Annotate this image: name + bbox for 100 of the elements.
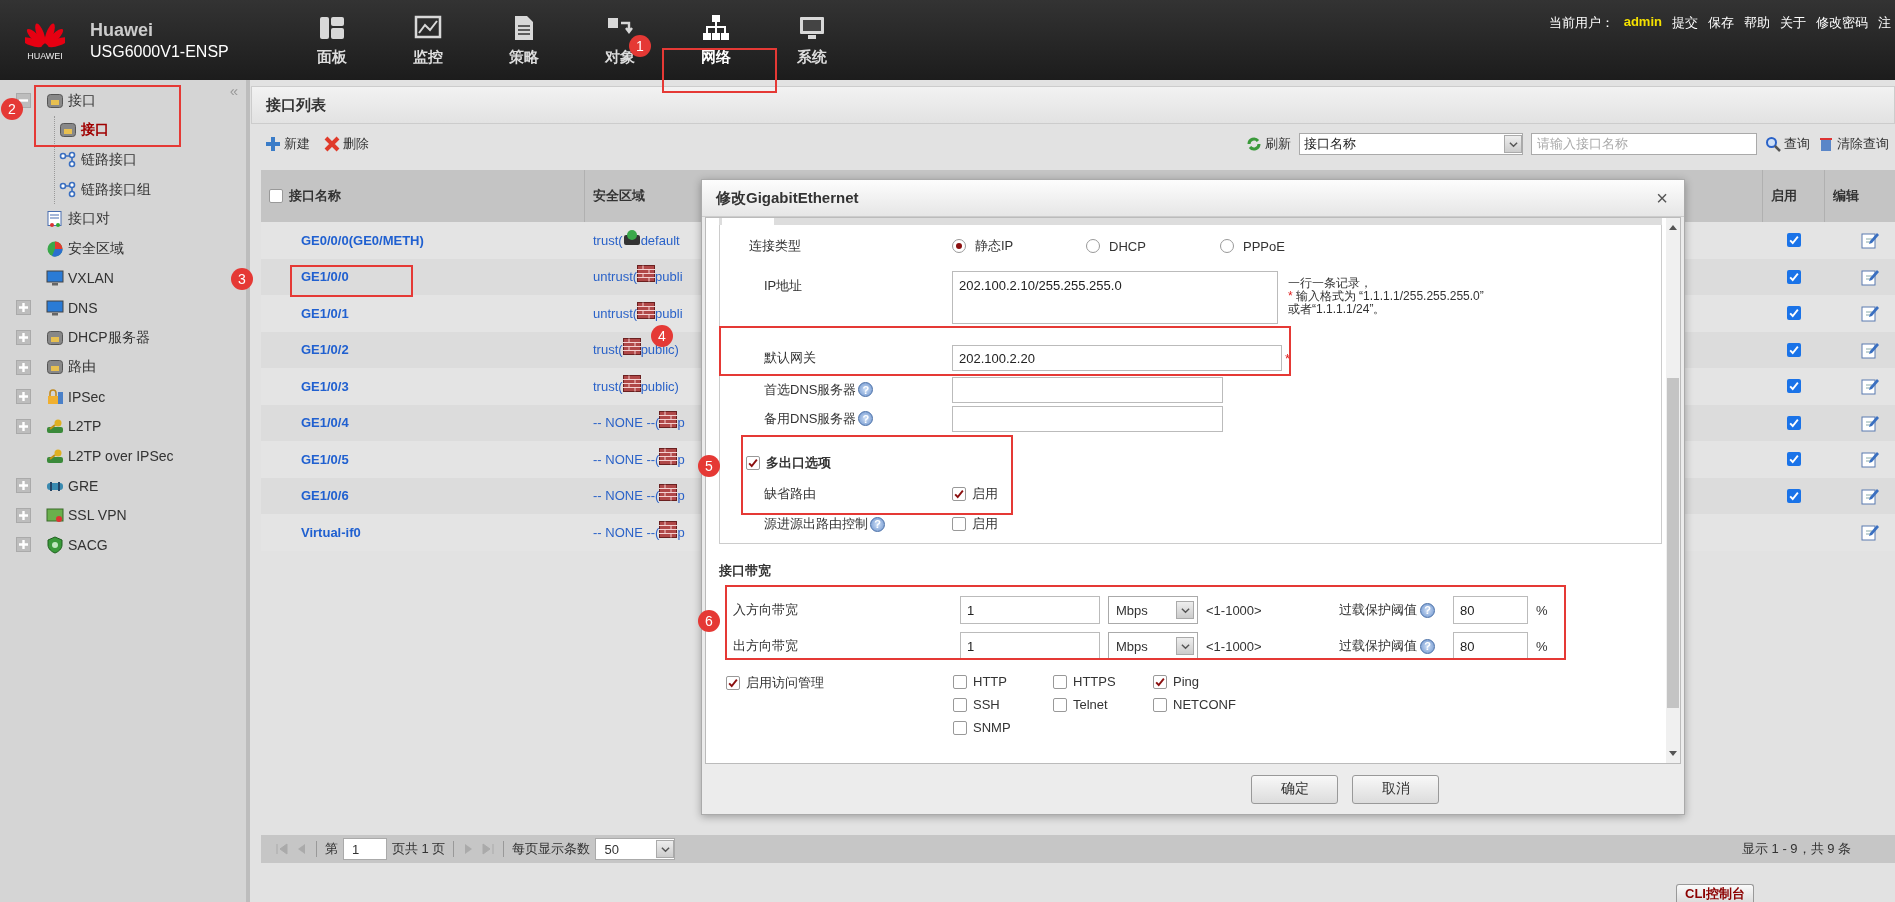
- select-all-checkbox[interactable]: [269, 189, 283, 203]
- zone-link[interactable]: -- NONE --( p: [585, 484, 685, 508]
- interface-link[interactable]: GE0/0/0(GE0/METH): [261, 232, 424, 248]
- edit-icon[interactable]: [1861, 413, 1879, 432]
- radio[interactable]: [952, 239, 966, 253]
- tree-item[interactable]: 接口: [46, 91, 96, 110]
- column-header[interactable]: 启用: [1771, 187, 1797, 205]
- checkbox[interactable]: [746, 456, 760, 470]
- zone-link[interactable]: -- NONE --( p: [585, 520, 685, 544]
- expand-icon[interactable]: [16, 478, 31, 493]
- edit-icon[interactable]: [1861, 377, 1879, 396]
- expand-icon[interactable]: [16, 330, 31, 346]
- edit-icon[interactable]: [1861, 231, 1879, 250]
- tree-item[interactable]: 链路接口组: [59, 180, 151, 199]
- column-header[interactable]: 接口名称: [289, 187, 341, 205]
- interface-link[interactable]: GE1/0/3: [261, 378, 349, 394]
- threshold-field[interactable]: 80: [1453, 596, 1528, 624]
- zone-link[interactable]: -- NONE --( p: [585, 411, 685, 435]
- dns-field[interactable]: [952, 405, 1223, 432]
- edit-icon[interactable]: [1861, 267, 1879, 286]
- interface-link[interactable]: GE1/0/1: [261, 305, 349, 321]
- filter-select[interactable]: 接口名称: [1299, 133, 1523, 155]
- tree-item[interactable]: L2TP over IPSec: [46, 446, 174, 465]
- interface-link[interactable]: GE1/0/2: [261, 342, 349, 358]
- radio-option[interactable]: PPPoE: [1220, 237, 1354, 255]
- expand-icon[interactable]: [16, 537, 31, 553]
- zone-link[interactable]: trust( public): [585, 374, 679, 398]
- dialog-button[interactable]: 确定: [1251, 774, 1338, 804]
- enable-checkbox[interactable]: [1787, 379, 1801, 394]
- threshold-field[interactable]: 80: [1453, 632, 1528, 660]
- bandwidth-field[interactable]: 1: [960, 596, 1100, 624]
- column-header[interactable]: 编辑: [1833, 187, 1859, 205]
- expand-icon[interactable]: [16, 300, 31, 316]
- radio[interactable]: [1086, 239, 1100, 253]
- tree-item[interactable]: IPSec: [46, 387, 106, 406]
- radio-option[interactable]: 静态IP: [952, 237, 1086, 255]
- header-link[interactable]: 注: [1878, 14, 1891, 80]
- header-link[interactable]: 关于: [1780, 14, 1806, 80]
- enable-checkbox[interactable]: [1787, 488, 1801, 503]
- edit-icon[interactable]: [1861, 340, 1879, 359]
- nav-tab[interactable]: 网络: [668, 0, 764, 80]
- checkbox[interactable]: [1053, 697, 1067, 712]
- column-header[interactable]: 安全区域: [593, 187, 645, 205]
- interface-link[interactable]: GE1/0/0: [261, 269, 349, 285]
- checkbox[interactable]: [1153, 674, 1167, 689]
- nav-tab[interactable]: 策略: [476, 0, 572, 80]
- expand-icon[interactable]: [16, 418, 31, 434]
- enable-checkbox[interactable]: [1787, 306, 1801, 321]
- interface-link[interactable]: Virtual-if0: [261, 524, 361, 540]
- tree-item[interactable]: 接口: [59, 121, 109, 140]
- zone-link[interactable]: trust( default: [585, 228, 680, 252]
- unit-select[interactable]: Mbps: [1108, 596, 1198, 624]
- zone-link[interactable]: untrust( publi: [585, 301, 683, 325]
- tree-item[interactable]: 链路接口: [59, 151, 137, 169]
- tree-item[interactable]: VXLAN: [46, 269, 114, 288]
- header-link[interactable]: 提交: [1672, 14, 1698, 80]
- dns-field[interactable]: [952, 376, 1223, 403]
- header-link[interactable]: 修改密码: [1816, 14, 1868, 80]
- header-link[interactable]: 帮助: [1744, 14, 1770, 80]
- checkbox[interactable]: [1053, 674, 1067, 689]
- new-button[interactable]: 新建: [265, 135, 310, 153]
- interface-link[interactable]: GE1/0/5: [261, 451, 349, 467]
- tree-item[interactable]: 接口对: [46, 210, 110, 229]
- gateway-field[interactable]: 202.100.2.20: [952, 345, 1282, 371]
- checkbox[interactable]: [952, 517, 966, 531]
- search-button[interactable]: 查询: [1765, 135, 1810, 153]
- tree-item[interactable]: GRE: [46, 476, 99, 495]
- tree-item[interactable]: DHCP服务器: [46, 328, 150, 347]
- zone-link[interactable]: -- NONE --( p: [585, 447, 685, 471]
- close-button[interactable]: ×: [1656, 186, 1668, 210]
- edit-icon[interactable]: [1861, 486, 1879, 505]
- bandwidth-field[interactable]: 1: [960, 632, 1100, 660]
- nav-tab[interactable]: 系统: [764, 0, 860, 80]
- delete-button[interactable]: 删除: [324, 135, 369, 153]
- enable-checkbox[interactable]: [1787, 342, 1801, 357]
- checkbox[interactable]: [726, 676, 740, 690]
- tree-item[interactable]: SSL VPN: [46, 506, 127, 525]
- expand-icon[interactable]: [16, 507, 31, 523]
- radio-option[interactable]: DHCP: [1086, 237, 1220, 255]
- checkbox[interactable]: [1153, 697, 1167, 712]
- interface-link[interactable]: GE1/0/4: [261, 415, 349, 431]
- enable-checkbox[interactable]: [1787, 233, 1801, 248]
- cli-console-button[interactable]: CLI控制台: [1676, 884, 1754, 902]
- tree-item[interactable]: DNS: [46, 298, 98, 317]
- ip-address-field[interactable]: 202.100.2.10/255.255.255.0: [952, 271, 1278, 324]
- enable-checkbox[interactable]: [1787, 415, 1801, 430]
- tree-item[interactable]: 路由: [46, 358, 96, 377]
- checkbox[interactable]: [953, 720, 967, 735]
- tree-item[interactable]: 安全区域: [46, 239, 124, 258]
- tree-item[interactable]: L2TP: [46, 417, 102, 436]
- page-field[interactable]: 1: [343, 838, 387, 860]
- header-link[interactable]: 保存: [1708, 14, 1734, 80]
- nav-tab[interactable]: 面板: [284, 0, 380, 80]
- expand-icon[interactable]: [16, 359, 31, 375]
- dialog-button[interactable]: 取消: [1352, 774, 1439, 804]
- tree-item[interactable]: SACG: [46, 535, 108, 554]
- nav-tab[interactable]: 监控: [380, 0, 476, 80]
- interface-link[interactable]: GE1/0/6: [261, 488, 349, 504]
- zone-link[interactable]: untrust( publi: [585, 265, 683, 289]
- checkbox[interactable]: [953, 674, 967, 689]
